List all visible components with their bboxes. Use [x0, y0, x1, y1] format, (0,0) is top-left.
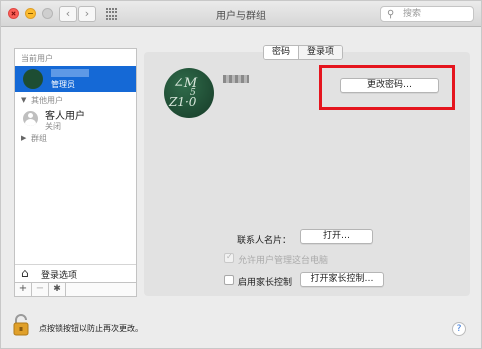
guest-user-status: 关闭 [45, 122, 61, 131]
house-icon: ⌂ [21, 266, 29, 280]
search-placeholder: 搜索 [403, 9, 422, 19]
login-options-item[interactable]: ⌂ 登录选项 [15, 264, 136, 282]
contact-card-label: 联系人名片： [237, 236, 292, 246]
sidebar-toolbar: + − ✱ [14, 282, 137, 297]
blurred-full-name [223, 75, 249, 83]
lock-instruction-text: 点按锁按钮以防止再次更改。 [39, 324, 143, 333]
current-users-header: 当前用户 [21, 54, 53, 63]
title-bar: ‹ › 用户与群组 ⚲ 搜索 [1, 1, 481, 27]
lock-open-icon[interactable] [13, 314, 29, 336]
users-sidebar: 当前用户 管理员 ▼ 其他用户 客人用户 关闭 ▶ 群组 ⌂ 登录选项 [14, 48, 137, 283]
guest-user-name: 客人用户 [45, 111, 85, 122]
open-parental-controls-button[interactable]: 打开家长控制… [300, 272, 384, 287]
detail-tabs: 密码 登录项 [263, 45, 344, 60]
allow-admin-label: 允许用户管理这台电脑 [238, 256, 329, 266]
tab-password[interactable]: 密码 [264, 46, 299, 59]
disclosure-triangle-icon[interactable]: ▶ [21, 134, 26, 142]
annotation-highlight-box [319, 65, 455, 110]
current-user-role: 管理员 [51, 80, 75, 89]
tab-login-items[interactable]: 登录项 [298, 46, 343, 59]
gear-menu-button[interactable]: ✱ [49, 283, 66, 296]
search-input[interactable]: ⚲ 搜索 [380, 6, 474, 22]
plus-icon: + [18, 283, 28, 294]
add-user-button[interactable]: + [15, 283, 32, 296]
parental-controls-label: 启用家长控制 [238, 278, 293, 288]
parental-controls-checkbox[interactable] [224, 275, 234, 285]
blurred-username [51, 69, 89, 77]
sidebar-item-current-user[interactable]: 管理员 [15, 66, 136, 92]
remove-user-button[interactable]: − [32, 283, 49, 296]
allow-admin-checkbox[interactable] [224, 252, 234, 263]
other-users-header: 其他用户 [31, 96, 63, 105]
avatar [23, 69, 43, 89]
guest-avatar-icon [23, 111, 38, 126]
search-icon: ⚲ [387, 9, 395, 20]
user-picture[interactable]: ∠M 5 Z1·0 [164, 68, 214, 118]
disclosure-triangle-icon[interactable]: ▼ [21, 96, 26, 104]
help-button[interactable]: ? [452, 322, 466, 336]
groups-header[interactable]: 群组 [31, 133, 47, 144]
login-options-label: 登录选项 [41, 271, 78, 281]
open-contact-button[interactable]: 打开… [300, 229, 373, 244]
gear-icon: ✱ [53, 284, 61, 294]
minus-icon: − [35, 283, 45, 294]
users-groups-window: ‹ › 用户与群组 ⚲ 搜索 当前用户 管理员 ▼ 其他用户 客人用户 关闭 ▶… [0, 0, 482, 349]
